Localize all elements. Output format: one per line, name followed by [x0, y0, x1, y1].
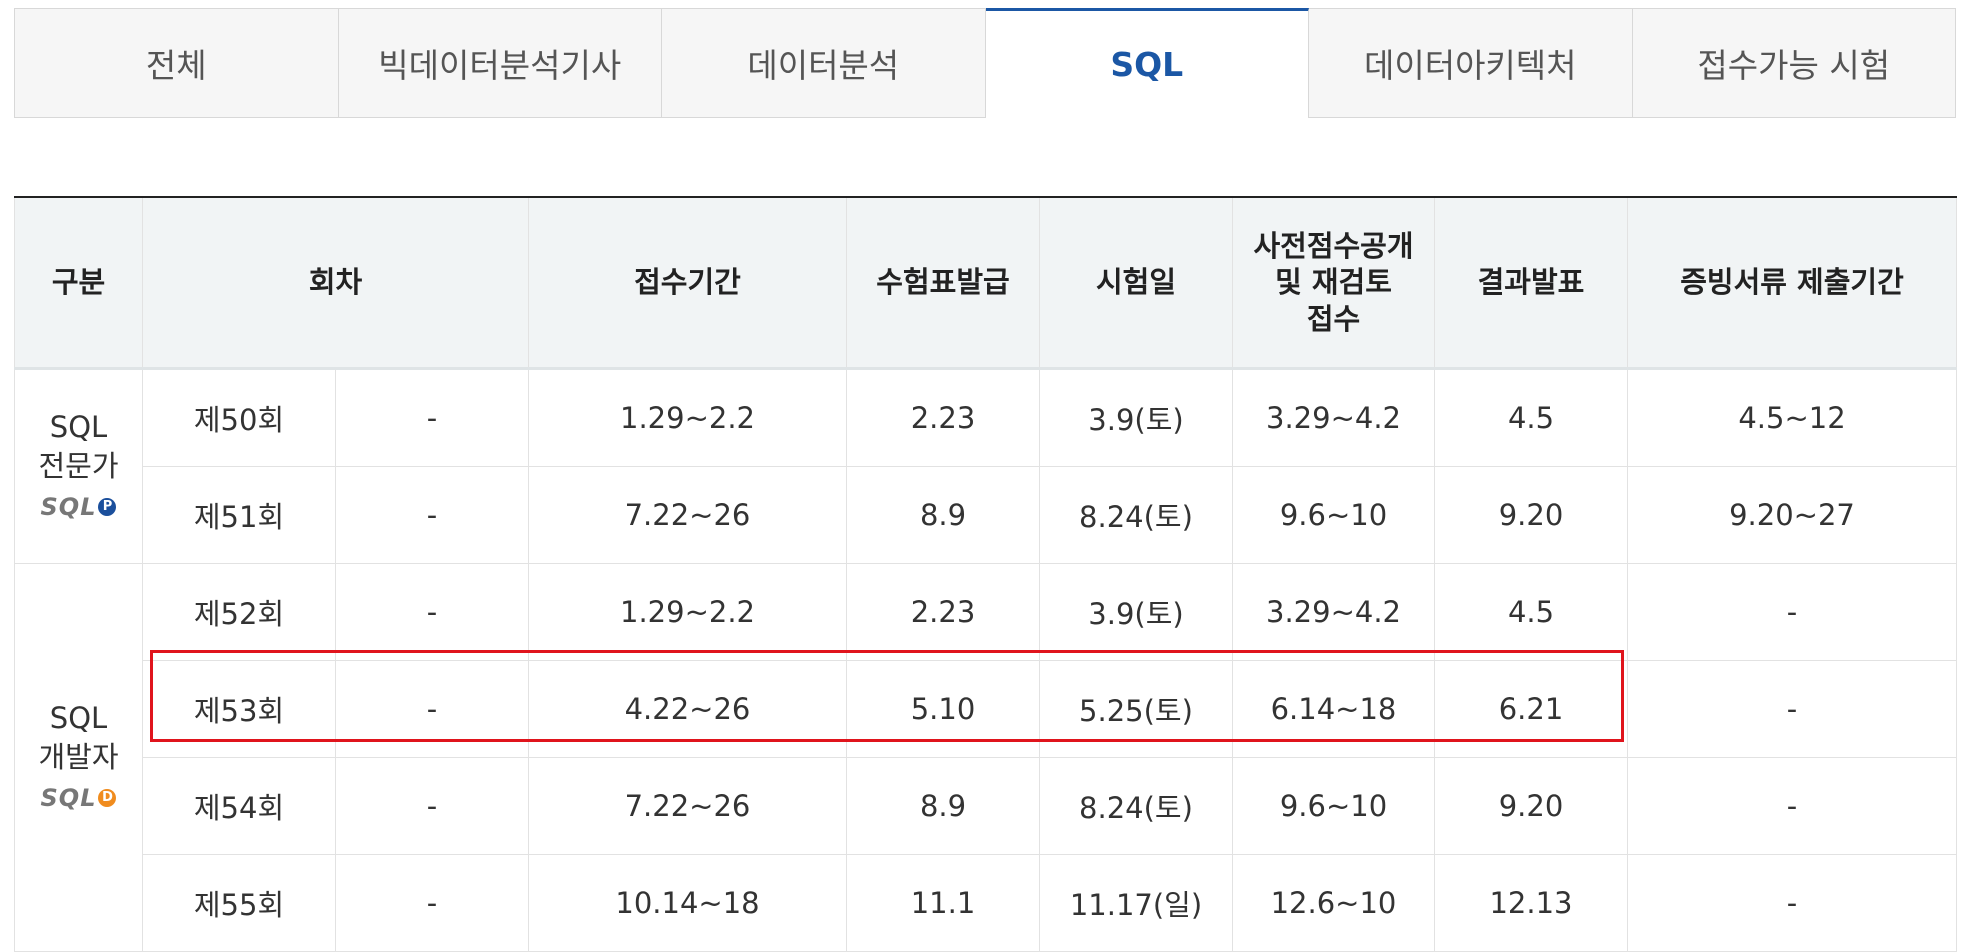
registration-cell: 7.22~26	[528, 466, 847, 564]
result-cell: 6.21	[1434, 660, 1628, 758]
table-row: SQL 전문가 SQL P 제50회 - 1.29~2.2 2.23 3.9(토…	[14, 368, 1957, 564]
table-row-highlighted: 제53회 - 4.22~26 5.10 5.25(토) 6.14~18 6.21…	[15, 660, 1957, 758]
exam-date-cell: 11.17(일)	[1039, 854, 1233, 952]
group-sql-professional: SQL 전문가 SQL P	[14, 368, 143, 564]
table-row: 제55회 - 10.14~18 11.1 11.17(일) 12.6~10 12…	[15, 854, 1957, 952]
extra-cell: -	[335, 368, 529, 467]
round-cell: 제51회	[142, 466, 336, 564]
pre-score-cell: 9.6~10	[1232, 466, 1435, 564]
exam-date-cell: 5.25(토)	[1039, 660, 1233, 758]
header-pre-score: 사전점수공개 및 재검토 접수	[1232, 196, 1435, 370]
exam-schedule-table: 구분 회차 접수기간 수험표발급 시험일 사전점수공개 및 재검토 접수 결과발…	[14, 196, 1957, 952]
group-label: SQL 전문가	[38, 409, 119, 483]
documents-cell: -	[1627, 660, 1957, 758]
registration-cell: 7.22~26	[528, 757, 847, 855]
result-cell: 12.13	[1434, 854, 1628, 952]
group-sql-developer: SQL 개발자 SQL D	[14, 563, 143, 952]
result-cell: 4.5	[1434, 368, 1628, 467]
result-cell: 4.5	[1434, 563, 1628, 661]
tab-data-analysis[interactable]: 데이터분석	[662, 8, 986, 118]
sqld-logo: SQL D	[41, 782, 117, 814]
ticket-cell: 8.9	[846, 466, 1040, 564]
ticket-cell: 8.9	[846, 757, 1040, 855]
extra-cell: -	[335, 854, 529, 952]
ticket-cell: 2.23	[846, 368, 1040, 467]
extra-cell: -	[335, 757, 529, 855]
result-cell: 9.20	[1434, 757, 1628, 855]
sqlp-badge-icon: P	[98, 498, 117, 517]
header-documents: 증빙서류 제출기간	[1627, 196, 1957, 370]
pre-score-cell: 3.29~4.2	[1232, 368, 1435, 467]
round-cell: 제55회	[142, 854, 336, 952]
header-registration: 접수기간	[528, 196, 847, 370]
pre-score-cell: 12.6~10	[1232, 854, 1435, 952]
extra-cell: -	[335, 660, 529, 758]
extra-cell: -	[335, 563, 529, 661]
documents-cell: 9.20~27	[1627, 466, 1957, 564]
sqlp-logo: SQL P	[41, 491, 117, 523]
registration-cell: 4.22~26	[528, 660, 847, 758]
table-row: 제54회 - 7.22~26 8.9 8.24(토) 9.6~10 9.20 -	[15, 757, 1957, 855]
result-cell: 9.20	[1434, 466, 1628, 564]
pre-score-cell: 6.14~18	[1232, 660, 1435, 758]
exam-date-cell: 8.24(토)	[1039, 757, 1233, 855]
tab-bigdata-analyst[interactable]: 빅데이터분석기사	[338, 8, 662, 118]
tab-available-exams[interactable]: 접수가능 시험	[1632, 8, 1956, 118]
round-cell: 제52회	[142, 563, 336, 661]
table-header-row: 구분 회차 접수기간 수험표발급 시험일 사전점수공개 및 재검토 접수 결과발…	[14, 196, 1957, 370]
tab-all[interactable]: 전체	[14, 8, 339, 118]
registration-cell: 1.29~2.2	[528, 368, 847, 467]
pre-score-cell: 3.29~4.2	[1232, 563, 1435, 661]
header-ticket: 수험표발급	[846, 196, 1040, 370]
exam-date-cell: 3.9(토)	[1039, 368, 1233, 467]
tab-data-architecture[interactable]: 데이터아키텍처	[1309, 8, 1633, 118]
documents-cell: -	[1627, 854, 1957, 952]
exam-schedule-table-wrapper: 구분 회차 접수기간 수험표발급 시험일 사전점수공개 및 재검토 접수 결과발…	[14, 196, 1957, 952]
round-cell: 제53회	[142, 660, 336, 758]
round-cell: 제54회	[142, 757, 336, 855]
header-round: 회차	[142, 196, 529, 370]
ticket-cell: 2.23	[846, 563, 1040, 661]
documents-cell: 4.5~12	[1627, 368, 1957, 467]
table-row: 제51회 - 7.22~26 8.9 8.24(토) 9.6~10 9.20 9…	[15, 466, 1957, 564]
extra-cell: -	[335, 466, 529, 564]
ticket-cell: 11.1	[846, 854, 1040, 952]
registration-cell: 1.29~2.2	[528, 563, 847, 661]
exam-date-cell: 8.24(토)	[1039, 466, 1233, 564]
table-row: SQL 개발자 SQL D 제52회 - 1.29~2.2 2.23 3.9(토…	[14, 563, 1957, 952]
sqld-badge-icon: D	[98, 789, 117, 808]
header-category: 구분	[14, 196, 143, 370]
exam-date-cell: 3.9(토)	[1039, 563, 1233, 661]
group-label: SQL 개발자	[38, 700, 119, 774]
documents-cell: -	[1627, 563, 1957, 661]
exam-tabs: 전체 빅데이터분석기사 데이터분석 SQL 데이터아키텍처 접수가능 시험	[14, 8, 1956, 118]
header-result: 결과발표	[1434, 196, 1628, 370]
pre-score-cell: 9.6~10	[1232, 757, 1435, 855]
tab-sql[interactable]: SQL	[985, 8, 1309, 118]
documents-cell: -	[1627, 757, 1957, 855]
header-exam-date: 시험일	[1039, 196, 1233, 370]
ticket-cell: 5.10	[846, 660, 1040, 758]
round-cell: 제50회	[142, 368, 336, 467]
registration-cell: 10.14~18	[528, 854, 847, 952]
